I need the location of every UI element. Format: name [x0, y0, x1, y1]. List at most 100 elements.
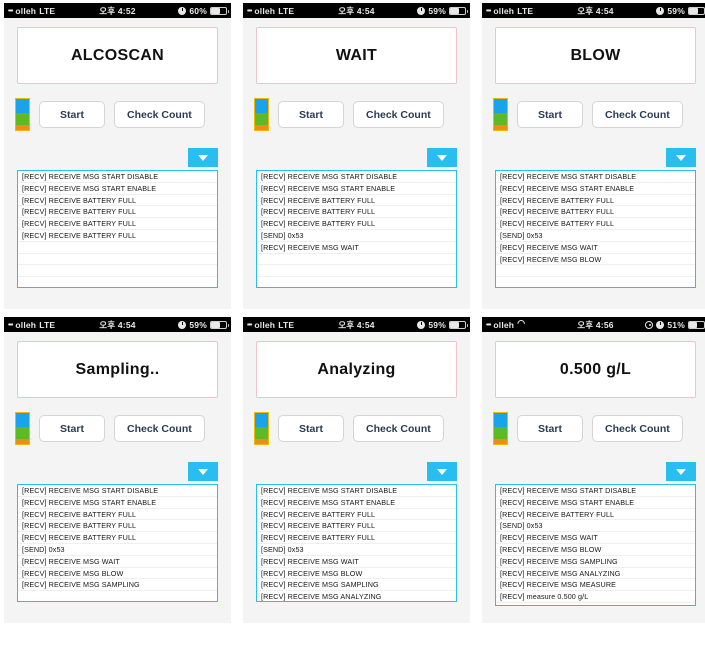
signal-strength-icon: •••	[247, 8, 252, 15]
log-list-item	[496, 277, 695, 287]
battery-percent-label: 59%	[428, 5, 446, 16]
log-list-item: [RECV] RECEIVE BATTERY FULL	[257, 206, 456, 219]
status-display-box: Analyzing	[256, 341, 457, 398]
check-count-button[interactable]: Check Count	[114, 415, 205, 442]
alarm-clock-icon	[178, 6, 187, 15]
dropdown-row	[491, 148, 700, 167]
chevron-down-icon	[198, 468, 208, 475]
network-type-label: LTE	[278, 319, 295, 330]
wifi-icon: ◠	[517, 318, 526, 328]
log-list[interactable]: [RECV] RECEIVE MSG START DISABLE [RECV] R…	[256, 170, 457, 288]
battery-percent-label: 59%	[667, 5, 685, 16]
carrier-label: olleh	[493, 319, 515, 330]
dropdown-toggle-button[interactable]	[427, 462, 457, 481]
log-list-item: [RECV] RECEIVE BATTERY FULL	[18, 230, 217, 242]
controls-row: Start Check Count	[252, 412, 461, 445]
log-list-item: [RECV] RECEIVE BATTERY FULL	[18, 520, 217, 533]
log-list-item	[257, 277, 456, 287]
carrier-label: olleh	[254, 5, 276, 16]
chevron-down-icon	[198, 154, 208, 161]
log-list-item: [RECV] RECEIVE MSG SAMPLING	[257, 579, 456, 592]
alcoscan-logo-icon	[493, 412, 508, 445]
log-list-item: [RECV] RECEIVE MSG WAIT	[257, 242, 456, 254]
chevron-down-icon	[676, 468, 686, 475]
logo-bar-orange	[16, 124, 29, 130]
log-list-item	[18, 591, 217, 601]
dropdown-toggle-button[interactable]	[666, 148, 696, 167]
app-screen: Analyzing Start Check Count [RECV] RECEIVE …	[243, 332, 470, 602]
status-right: 51%	[645, 320, 705, 330]
logo-bar-green	[255, 426, 268, 439]
alcoscan-logo-icon	[493, 98, 508, 131]
signal-strength-icon: •••	[486, 8, 491, 15]
network-type-label: LTE	[517, 5, 534, 16]
status-bar: ••• olleh LTE 오후 4:54 59%	[243, 3, 470, 18]
log-list-item: [RECV] RECEIVE BATTERY FULL	[18, 206, 217, 219]
log-list-item: [RECV] RECEIVE BATTERY FULL	[496, 206, 695, 219]
log-list-item: [RECV] RECEIVE BATTERY FULL	[496, 509, 695, 521]
start-button[interactable]: Start	[278, 415, 344, 442]
logo-bar-blue	[494, 413, 507, 427]
network-type-label: LTE	[278, 5, 295, 16]
log-list-item: [RECV] RECEIVE MSG MEASURE	[496, 579, 695, 592]
logo-bar-blue	[494, 99, 507, 113]
panel-wait: ••• olleh LTE 오후 4:54 59% WAIT Start Check Coun…	[243, 3, 470, 309]
app-screen: BLOW Start Check Count [RECV] RECEIVE MSG S…	[482, 18, 705, 288]
battery-percent-label: 51%	[667, 319, 685, 330]
log-list-item: [RECV] RECEIVE MSG START ENABLE	[257, 497, 456, 509]
log-list-item: [RECV] RECEIVE BATTERY FULL	[257, 218, 456, 230]
panel-grid: ••• olleh LTE 오후 4:52 60% ALCOSCAN Start Check …	[0, 0, 705, 661]
log-list[interactable]: [RECV] RECEIVE MSG START DISABLE [RECV] R…	[256, 484, 457, 602]
battery-icon	[688, 6, 705, 15]
alarm-clock-icon	[656, 320, 665, 329]
log-list-item: [RECV] RECEIVE BATTERY FULL	[257, 195, 456, 207]
start-button[interactable]: Start	[278, 101, 344, 128]
dropdown-row	[13, 462, 222, 481]
log-list[interactable]: [RECV] RECEIVE MSG START DISABLE [RECV] R…	[17, 170, 218, 288]
log-list-item	[496, 265, 695, 278]
check-count-button[interactable]: Check Count	[592, 101, 683, 128]
chevron-down-icon	[437, 468, 447, 475]
controls-row: Start Check Count	[491, 412, 700, 445]
log-list-item: [RECV] RECEIVE MSG START DISABLE	[257, 171, 456, 183]
log-list-item: [RECV] RECEIVE MSG BLOW	[257, 568, 456, 580]
battery-icon	[449, 320, 468, 329]
check-count-button[interactable]: Check Count	[353, 101, 444, 128]
start-button[interactable]: Start	[517, 101, 583, 128]
dropdown-toggle-button[interactable]	[188, 462, 218, 481]
start-button[interactable]: Start	[39, 415, 105, 442]
log-list-item: [RECV] RECEIVE BATTERY FULL	[257, 509, 456, 521]
dropdown-toggle-button[interactable]	[666, 462, 696, 481]
log-list[interactable]: [RECV] RECEIVE MSG START DISABLE [RECV] R…	[495, 484, 696, 606]
signal-strength-icon: •••	[247, 322, 252, 329]
status-display-box: 0.500 g/L	[495, 341, 696, 398]
start-button[interactable]: Start	[517, 415, 583, 442]
log-list-item: [RECV] RECEIVE MSG START ENABLE	[257, 183, 456, 195]
log-list-item: [RECV] RECEIVE BATTERY FULL	[496, 218, 695, 230]
status-right: 59%	[178, 319, 229, 330]
check-count-button[interactable]: Check Count	[114, 101, 205, 128]
log-list-item: [RECV] RECEIVE BATTERY FULL	[18, 218, 217, 230]
dropdown-toggle-button[interactable]	[427, 148, 457, 167]
app-screen: 0.500 g/L Start Check Count [RECV] RECEIVE …	[482, 332, 705, 606]
status-display-text: 0.500 g/L	[559, 360, 632, 378]
check-count-button[interactable]: Check Count	[353, 415, 444, 442]
status-bar: ••• olleh LTE 오후 4:54 59%	[482, 3, 705, 18]
status-display-box: BLOW	[495, 27, 696, 84]
status-display-box: ALCOSCAN	[17, 27, 218, 84]
battery-percent-label: 59%	[189, 319, 207, 330]
dropdown-toggle-button[interactable]	[188, 148, 218, 167]
check-count-button[interactable]: Check Count	[592, 415, 683, 442]
log-list-item: [RECV] RECEIVE BATTERY FULL	[18, 509, 217, 521]
log-list[interactable]: [RECV] RECEIVE MSG START DISABLE [RECV] R…	[17, 484, 218, 602]
log-list-item: [RECV] RECEIVE MSG START DISABLE	[257, 485, 456, 497]
logo-bar-orange	[494, 438, 507, 444]
log-list-item: [RECV] RECEIVE MSG WAIT	[257, 556, 456, 568]
log-list-item: [RECV] RECEIVE MSG WAIT	[496, 242, 695, 254]
log-list-item: [RECV] RECEIVE MSG BLOW	[18, 568, 217, 580]
log-list[interactable]: [RECV] RECEIVE MSG START DISABLE [RECV] R…	[495, 170, 696, 288]
status-left: ••• olleh ◠	[486, 318, 526, 330]
controls-row: Start Check Count	[13, 98, 222, 131]
panel-analyzing: ••• olleh LTE 오후 4:54 59% Analyzing Start Check…	[243, 317, 470, 623]
start-button[interactable]: Start	[39, 101, 105, 128]
